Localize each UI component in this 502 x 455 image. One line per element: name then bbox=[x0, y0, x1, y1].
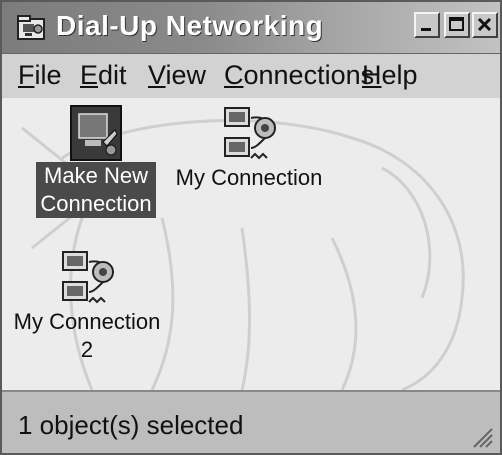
menu-edit[interactable]: Edit bbox=[80, 60, 127, 91]
icon-my-connection-2[interactable]: My Connection 2 bbox=[12, 248, 162, 364]
window-title: Dial-Up Networking bbox=[56, 10, 324, 41]
menu-bar: File Edit View Connections Help bbox=[2, 54, 500, 99]
maximize-icon bbox=[449, 17, 464, 31]
make-new-connection-label-line1: Make New bbox=[36, 162, 156, 190]
close-button[interactable] bbox=[472, 12, 498, 38]
icon-make-new-connection[interactable]: Make New Connection bbox=[36, 104, 156, 218]
my-connection-label: My Connection bbox=[175, 165, 323, 190]
menu-connections[interactable]: Connections bbox=[224, 60, 374, 91]
resize-grip-icon[interactable] bbox=[470, 425, 494, 449]
menu-view[interactable]: View bbox=[148, 60, 206, 91]
status-bar: 1 object(s) selected bbox=[2, 390, 500, 453]
minimize-icon bbox=[421, 28, 431, 31]
minimize-button[interactable] bbox=[414, 12, 440, 38]
folder-content-area[interactable]: Make New Connection My Connection My Con… bbox=[2, 98, 500, 390]
menu-help[interactable]: Help bbox=[362, 60, 418, 91]
dial-up-connection-icon bbox=[224, 107, 276, 160]
make-new-connection-label-line2: Connection bbox=[36, 190, 156, 218]
my-connection-2-label-line2: 2 bbox=[80, 337, 94, 362]
my-connection-2-label-line1: My Connection bbox=[13, 309, 161, 334]
status-text: 1 object(s) selected bbox=[18, 410, 244, 440]
dial-up-connection-icon bbox=[62, 251, 114, 304]
icon-my-connection[interactable]: My Connection bbox=[174, 104, 324, 192]
menu-file[interactable]: File bbox=[18, 60, 62, 91]
dial-up-networking-window: Dial-Up Networking File Edit View Connec… bbox=[0, 0, 502, 455]
maximize-button[interactable] bbox=[444, 12, 470, 38]
make-new-connection-icon bbox=[70, 105, 122, 161]
title-bar[interactable]: Dial-Up Networking bbox=[2, 2, 500, 54]
dial-up-folder-icon bbox=[17, 15, 45, 40]
close-icon bbox=[477, 17, 492, 32]
